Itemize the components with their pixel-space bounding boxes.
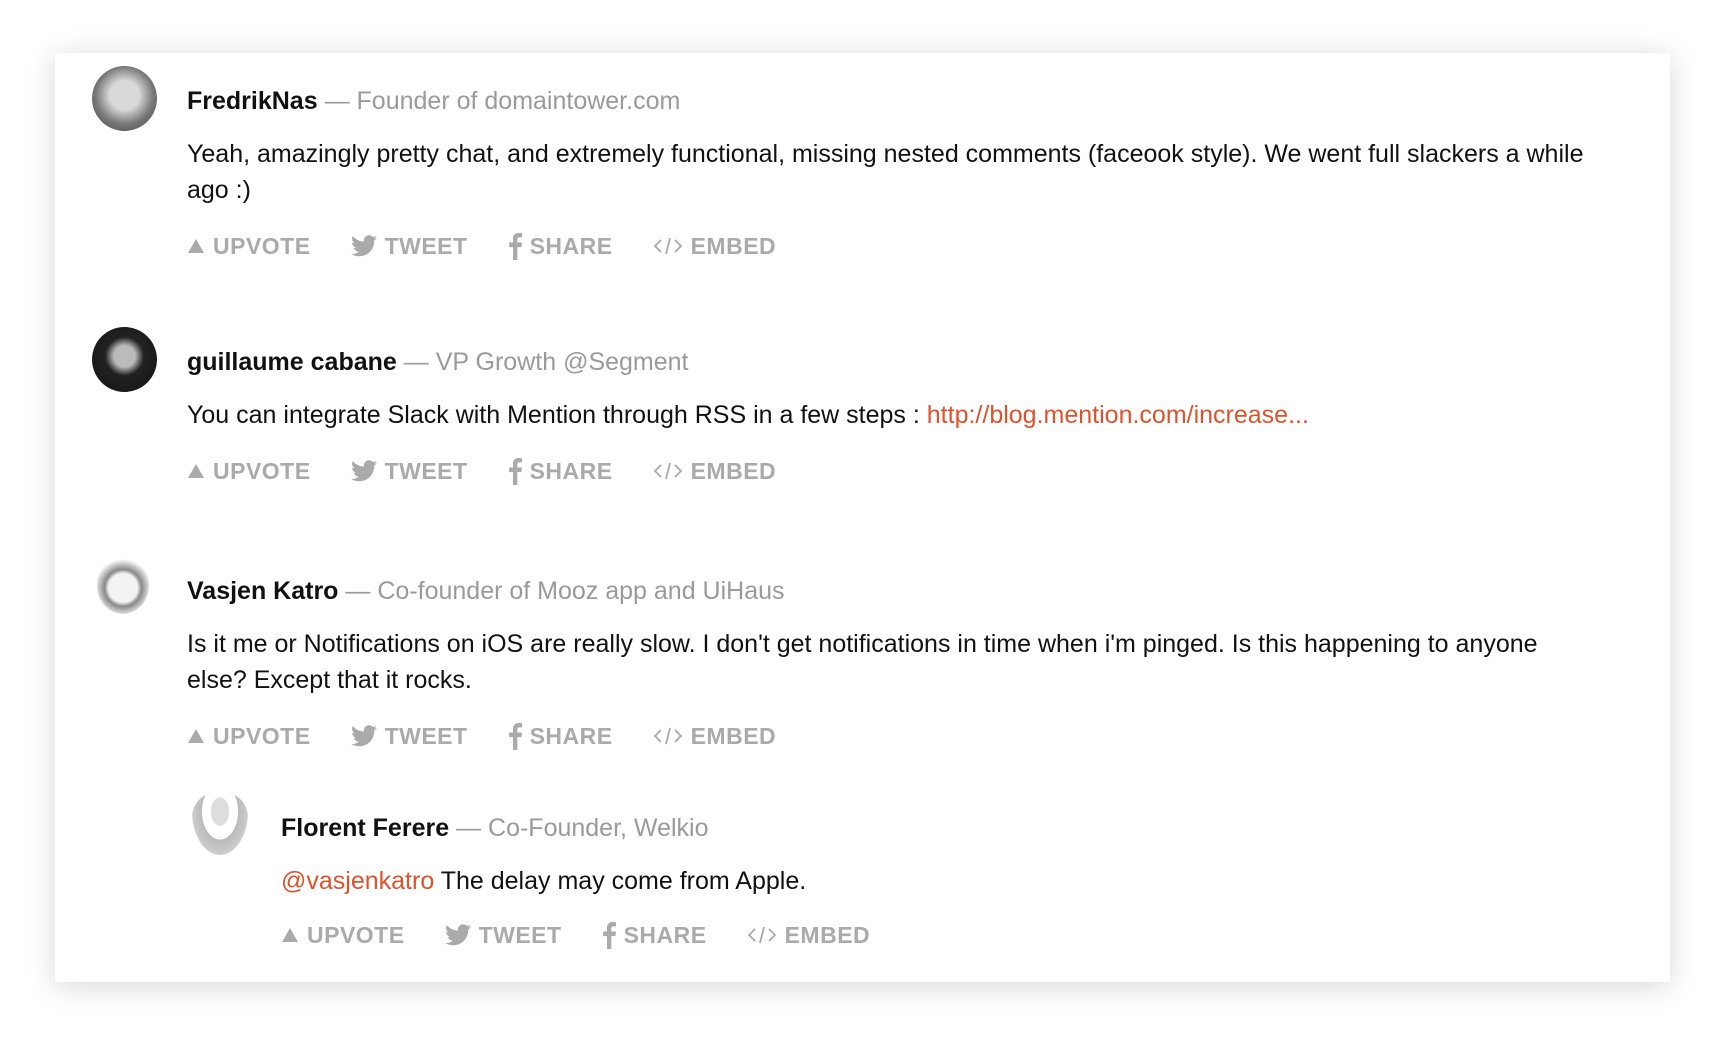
tweet-button[interactable]: TWEET — [350, 232, 468, 260]
share-button[interactable]: SHARE — [602, 921, 707, 949]
avatar[interactable] — [92, 327, 157, 392]
facebook-icon — [602, 921, 616, 949]
author-name[interactable]: guillaume cabane — [187, 348, 397, 376]
comment-text: You can integrate Slack with Mention thr… — [187, 401, 927, 429]
triangle-up-icon — [281, 927, 299, 943]
comment-actions: UPVOTE TWEET SHARE EMBED — [187, 457, 776, 485]
embed-button[interactable]: EMBED — [747, 921, 871, 949]
twitter-icon — [350, 725, 377, 747]
author-role: — Co-founder of Mooz app and UiHaus — [345, 577, 785, 605]
comment-link[interactable]: http://blog.mention.com/increase... — [927, 401, 1309, 429]
triangle-up-icon — [187, 238, 205, 254]
share-label: SHARE — [529, 457, 613, 484]
embed-label: EMBED — [690, 457, 777, 484]
tweet-label: TWEET — [384, 722, 468, 749]
upvote-button[interactable]: UPVOTE — [187, 722, 311, 750]
triangle-up-icon — [187, 463, 205, 479]
facebook-icon — [508, 457, 522, 485]
tweet-button[interactable]: TWEET — [350, 457, 468, 485]
upvote-button[interactable]: UPVOTE — [281, 921, 405, 949]
code-icon — [653, 461, 683, 481]
mention-link[interactable]: @vasjenkatro — [281, 867, 434, 895]
upvote-button[interactable]: UPVOTE — [187, 232, 311, 260]
comments-card: FredrikNas — Founder of domaintower.com … — [55, 53, 1670, 982]
code-icon — [653, 726, 683, 746]
tweet-label: TWEET — [478, 921, 562, 948]
avatar[interactable] — [97, 556, 149, 614]
tweet-button[interactable]: TWEET — [444, 921, 562, 949]
upvote-label: UPVOTE — [213, 232, 311, 259]
code-icon — [653, 236, 683, 256]
comment-actions: UPVOTE TWEET SHARE EMBED — [187, 722, 776, 750]
avatar[interactable] — [192, 793, 248, 855]
share-label: SHARE — [529, 232, 613, 259]
avatar[interactable] — [92, 66, 157, 131]
share-button[interactable]: SHARE — [508, 232, 613, 260]
share-button[interactable]: SHARE — [508, 722, 613, 750]
tweet-label: TWEET — [384, 232, 468, 259]
embed-label: EMBED — [690, 722, 777, 749]
author-name[interactable]: Florent Ferere — [281, 814, 449, 842]
upvote-label: UPVOTE — [213, 457, 311, 484]
comment-text: Yeah, amazingly pretty chat, and extreme… — [187, 140, 1584, 204]
embed-label: EMBED — [784, 921, 871, 948]
comment-text: The delay may come from Apple. — [434, 867, 807, 895]
twitter-icon — [350, 235, 377, 257]
embed-button[interactable]: EMBED — [653, 457, 777, 485]
share-label: SHARE — [623, 921, 707, 948]
upvote-label: UPVOTE — [213, 722, 311, 749]
embed-label: EMBED — [690, 232, 777, 259]
facebook-icon — [508, 722, 522, 750]
facebook-icon — [508, 232, 522, 260]
author-name[interactable]: Vasjen Katro — [187, 577, 338, 605]
upvote-label: UPVOTE — [307, 921, 405, 948]
author-role: — Founder of domaintower.com — [324, 87, 681, 115]
embed-button[interactable]: EMBED — [653, 232, 777, 260]
share-label: SHARE — [529, 722, 613, 749]
tweet-label: TWEET — [384, 457, 468, 484]
share-button[interactable]: SHARE — [508, 457, 613, 485]
author-name[interactable]: FredrikNas — [187, 87, 318, 115]
comment-actions: UPVOTE TWEET SHARE EMBED — [187, 232, 776, 260]
tweet-button[interactable]: TWEET — [350, 722, 468, 750]
twitter-icon — [444, 924, 471, 946]
upvote-button[interactable]: UPVOTE — [187, 457, 311, 485]
embed-button[interactable]: EMBED — [653, 722, 777, 750]
twitter-icon — [350, 460, 377, 482]
comment-text: Is it me or Notifications on iOS are rea… — [187, 630, 1538, 694]
comment-actions: UPVOTE TWEET SHARE EMBED — [281, 921, 870, 949]
triangle-up-icon — [187, 728, 205, 744]
author-role: — Co-Founder, Welkio — [456, 814, 709, 842]
code-icon — [747, 925, 777, 945]
author-role: — VP Growth @Segment — [403, 348, 689, 376]
